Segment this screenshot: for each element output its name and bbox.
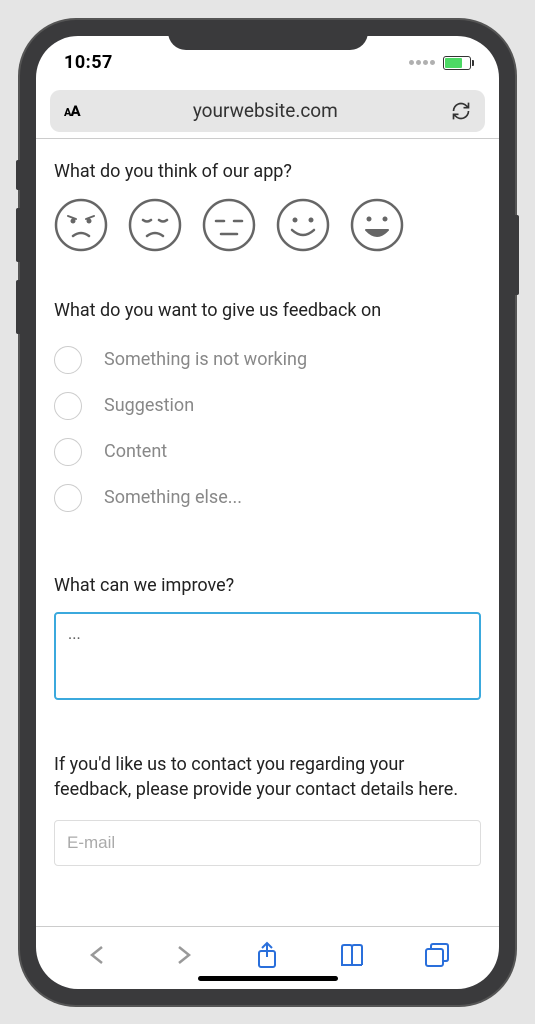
back-icon[interactable] <box>84 941 112 969</box>
text-size-button[interactable]: AA <box>64 102 80 120</box>
radio-item-content[interactable]: Content <box>54 429 481 475</box>
radio-item-suggestion[interactable]: Suggestion <box>54 383 481 429</box>
phone-frame: 10:57 AA yourwebsite.com What do y <box>20 20 515 1005</box>
url-text[interactable]: yourwebsite.com <box>92 99 439 122</box>
radio-icon <box>54 346 82 374</box>
improve-textarea[interactable] <box>54 612 481 700</box>
radio-icon <box>54 392 82 420</box>
category-radio-list: Something is not working Suggestion Cont… <box>54 337 481 521</box>
radio-label: Suggestion <box>104 395 194 416</box>
browser-url-bar[interactable]: AA yourwebsite.com <box>50 90 485 132</box>
page-content[interactable]: What do you think of our app? What <box>36 138 499 927</box>
home-indicator[interactable] <box>198 976 338 981</box>
radio-label: Content <box>104 441 167 462</box>
email-field[interactable] <box>54 820 481 866</box>
rating-question: What do you think of our app? <box>54 161 481 182</box>
phone-notch <box>168 20 368 50</box>
contact-question: If you'd like us to contact you regardin… <box>54 752 481 802</box>
emoji-happy-icon[interactable] <box>276 198 330 252</box>
radio-icon <box>54 438 82 466</box>
radio-label: Something is not working <box>104 349 307 370</box>
tabs-icon[interactable] <box>423 941 451 969</box>
radio-label: Something else... <box>104 487 242 508</box>
status-time: 10:57 <box>64 52 113 73</box>
improve-question: What can we improve? <box>54 575 481 596</box>
reload-icon[interactable] <box>451 101 471 121</box>
radio-icon <box>54 484 82 512</box>
emoji-sad-icon[interactable] <box>128 198 182 252</box>
emoji-very-happy-icon[interactable] <box>350 198 404 252</box>
emoji-neutral-icon[interactable] <box>202 198 256 252</box>
bookmarks-icon[interactable] <box>338 941 366 969</box>
share-icon[interactable] <box>253 941 281 969</box>
category-question: What do you want to give us feedback on <box>54 300 481 321</box>
forward-icon[interactable] <box>169 941 197 969</box>
radio-item-not-working[interactable]: Something is not working <box>54 337 481 383</box>
battery-icon <box>443 56 471 70</box>
emoji-rating-row <box>54 198 481 252</box>
radio-item-something-else[interactable]: Something else... <box>54 475 481 521</box>
emoji-angry-icon[interactable] <box>54 198 108 252</box>
signal-dots-icon <box>409 60 435 65</box>
